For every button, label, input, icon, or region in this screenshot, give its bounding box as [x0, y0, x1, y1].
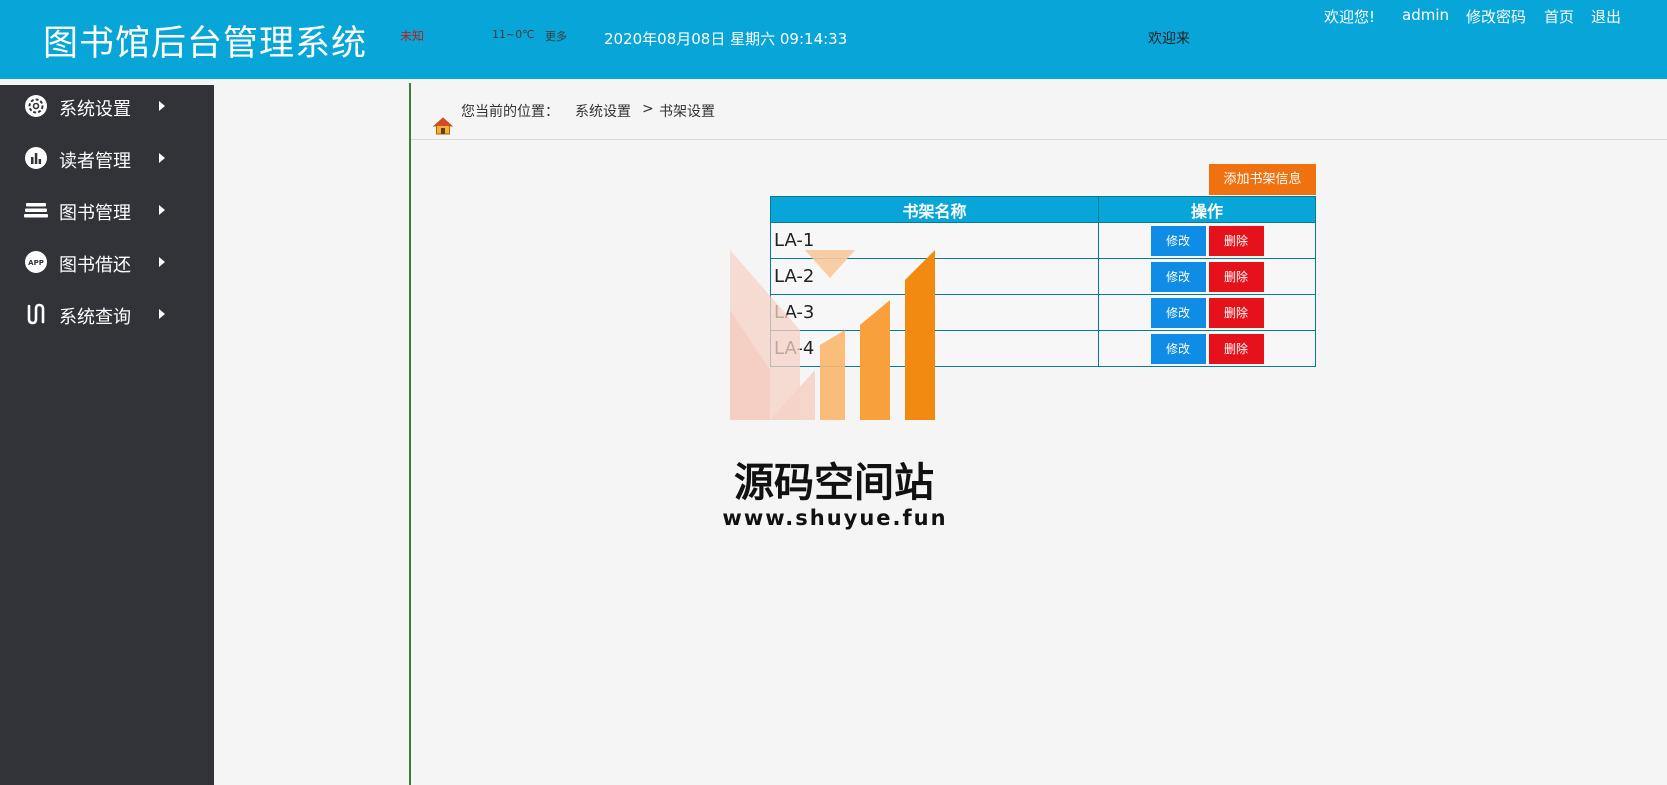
column-header-shelf-name: 书架名称 — [770, 196, 1099, 223]
breadcrumb-label: 您当前的位置： — [461, 104, 559, 120]
edit-button[interactable]: 修改 — [1150, 333, 1206, 364]
sidebar-item-system-settings[interactable]: 系统设置 — [0, 85, 214, 129]
delete-button[interactable]: 删除 — [1208, 261, 1264, 292]
actions-cell: 修改 删除 — [1098, 222, 1316, 259]
stack-icon — [24, 203, 48, 218]
edit-button[interactable]: 修改 — [1150, 297, 1206, 328]
sidebar-item-book-management[interactable]: 图书管理 — [0, 189, 214, 233]
watermark-title: 源码空间站 — [734, 460, 934, 506]
date-time-clock: 2020年08月08日 星期六 09:14:33 — [604, 30, 848, 48]
sidebar-item-label: 图书借还 — [59, 255, 131, 276]
home-icon — [433, 117, 453, 135]
watermark-url: www.shuyue.fun — [722, 506, 948, 530]
caret-right-icon — [159, 153, 165, 163]
logout-link[interactable]: 退出 — [1591, 6, 1621, 27]
weather-temperature: 11~0℃ — [492, 28, 535, 41]
actions-cell: 修改 删除 — [1098, 258, 1316, 295]
greeting-text: 欢迎您! — [1324, 8, 1376, 26]
add-shelf-button[interactable]: 添加书架信息 — [1209, 164, 1316, 195]
column-header-actions: 操作 — [1098, 196, 1316, 223]
frame-divider — [409, 83, 411, 785]
edit-button[interactable]: 修改 — [1150, 261, 1206, 292]
change-password-link[interactable]: 修改密码 — [1466, 6, 1526, 27]
app-icon: APP — [25, 251, 47, 273]
home-link[interactable]: 首页 — [1544, 6, 1574, 27]
delete-button[interactable]: 删除 — [1208, 297, 1264, 328]
breadcrumb-separator: > — [642, 101, 654, 117]
chart-icon — [25, 147, 47, 169]
delete-button[interactable]: 删除 — [1208, 333, 1264, 364]
sidebar-item-reader-management[interactable]: 读者管理 — [0, 137, 214, 181]
sidebar-item-label: 系统设置 — [59, 99, 131, 120]
app-title: 图书馆后台管理系统 — [43, 24, 368, 64]
caret-right-icon — [159, 309, 165, 319]
edit-button[interactable]: 修改 — [1150, 225, 1206, 256]
sidebar-item-label: 系统查询 — [59, 307, 131, 328]
gear-icon — [25, 95, 47, 117]
caret-right-icon — [159, 205, 165, 215]
username-link[interactable]: admin — [1402, 6, 1449, 24]
table-header-row: 书架名称 操作 — [770, 196, 1316, 223]
delete-button[interactable]: 删除 — [1208, 225, 1264, 256]
top-header: 图书馆后台管理系统 未知 11~0℃ 更多 2020年08月08日 星期六 09… — [0, 0, 1667, 79]
watermark-logo-icon — [730, 250, 935, 420]
sidebar-item-label: 读者管理 — [59, 151, 131, 172]
weather-city[interactable]: 未知 — [400, 27, 424, 44]
query-icon — [27, 303, 45, 325]
sidebar-item-label: 图书管理 — [59, 203, 131, 224]
svg-text:APP: APP — [28, 259, 44, 267]
sidebar-item-system-query[interactable]: 系统查询 — [0, 293, 214, 337]
breadcrumb: 您当前的位置： 系统设置 > 书架设置 — [411, 83, 1667, 140]
welcome-text: 欢迎来 — [1148, 31, 1190, 47]
breadcrumb-level-2: 书架设置 — [659, 104, 715, 120]
actions-cell: 修改 删除 — [1098, 294, 1316, 331]
actions-cell: 修改 删除 — [1098, 330, 1316, 367]
sidebar: 系统设置 读者管理 图书管理 APP 图书借还 系统查询 — [0, 85, 214, 785]
weather-more-link[interactable]: 更多 — [545, 28, 567, 44]
sidebar-item-book-borrow-return[interactable]: APP 图书借还 — [0, 241, 214, 285]
caret-right-icon — [159, 257, 165, 267]
caret-right-icon — [159, 101, 165, 111]
breadcrumb-level-1[interactable]: 系统设置 — [575, 101, 631, 121]
